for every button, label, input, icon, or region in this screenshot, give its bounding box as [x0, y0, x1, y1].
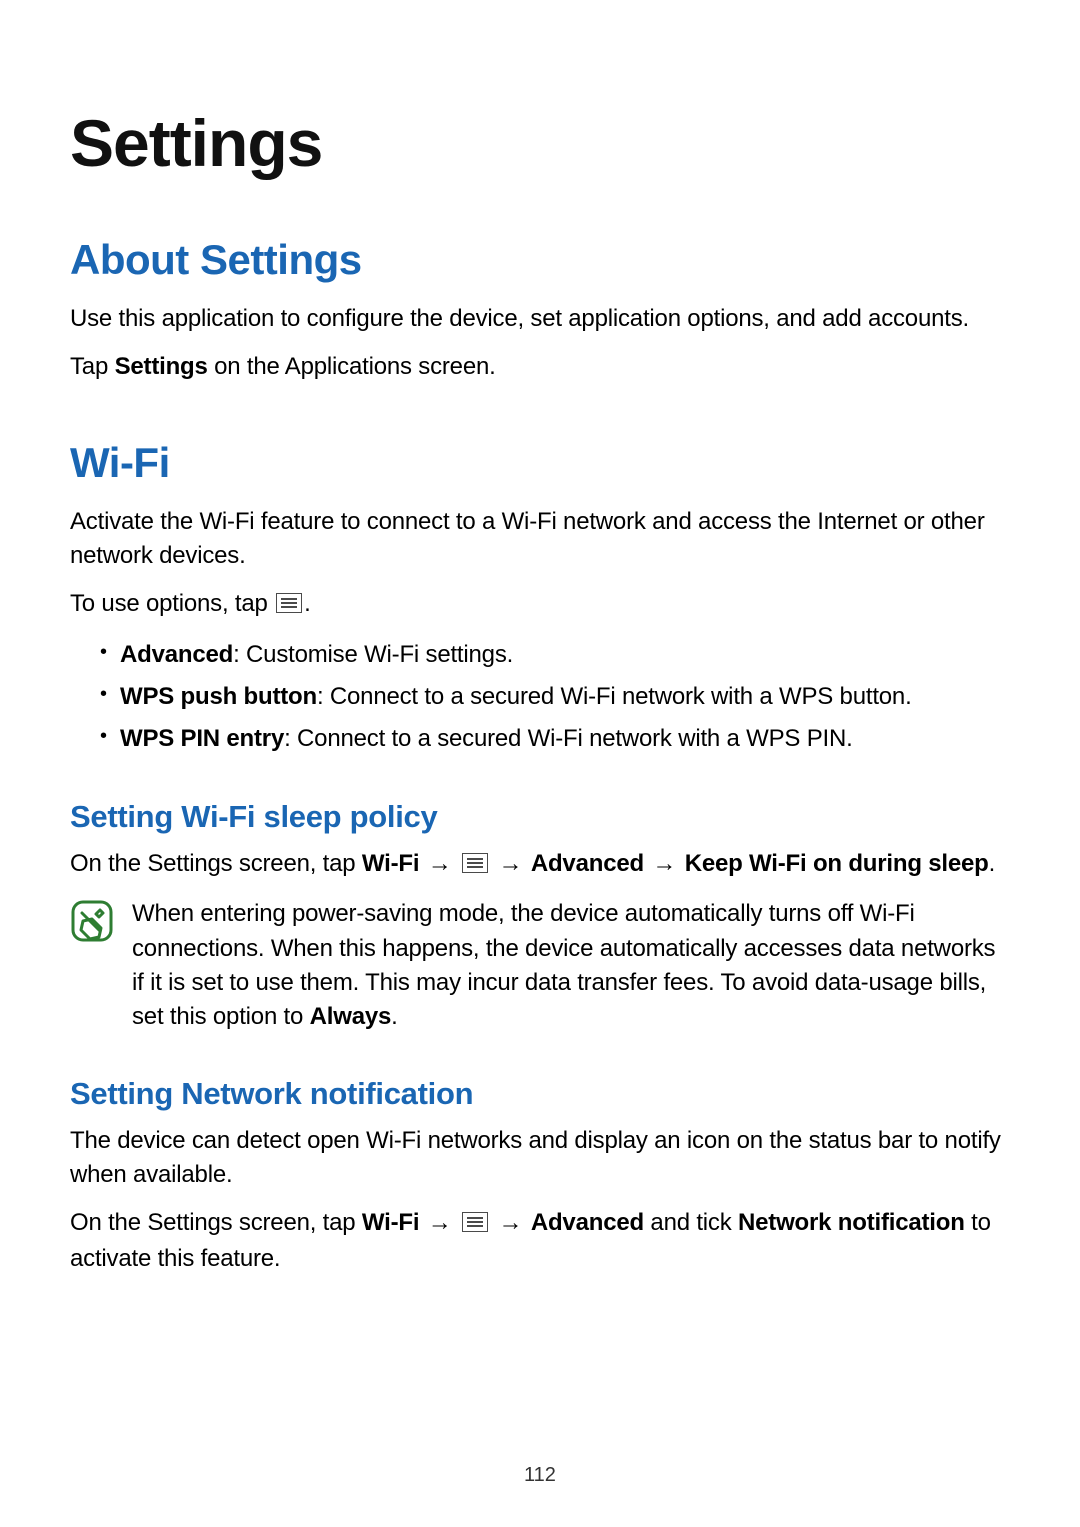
option-desc: : Customise Wi-Fi settings.: [233, 641, 513, 668]
arrow-text: →: [419, 850, 460, 877]
arrow-text: →: [419, 1209, 460, 1236]
menu-icon: [276, 589, 302, 623]
arrow-text: →: [644, 850, 685, 877]
text-fragment: On the Settings screen, tap: [70, 850, 362, 877]
advanced-bold: Advanced: [531, 1209, 644, 1236]
wifi-sleep-heading: Setting Wi-Fi sleep policy: [70, 799, 1010, 835]
wifi-options-intro: To use options, tap .: [70, 587, 1010, 623]
page-title: Settings: [70, 105, 1010, 181]
wifi-bold: Wi-Fi: [362, 850, 419, 877]
note-icon: [70, 899, 114, 948]
option-term: WPS PIN entry: [120, 725, 284, 752]
about-settings-p2: Tap Settings on the Applications screen.: [70, 350, 1010, 384]
option-desc: : Connect to a secured Wi-Fi network wit…: [284, 725, 852, 752]
text-fragment: Tap: [70, 353, 115, 380]
list-item: WPS push button: Connect to a secured Wi…: [100, 679, 1010, 715]
text-fragment: .: [391, 1003, 397, 1030]
text-fragment: on the Applications screen.: [208, 353, 496, 380]
wifi-heading: Wi-Fi: [70, 439, 1010, 487]
network-notification-heading: Setting Network notification: [70, 1076, 1010, 1112]
option-desc: : Connect to a secured Wi-Fi network wit…: [317, 683, 912, 710]
network-notification-bold: Network notification: [738, 1209, 965, 1236]
wifi-options-list: Advanced: Customise Wi-Fi settings. WPS …: [70, 637, 1010, 757]
network-notification-p1: The device can detect open Wi-Fi network…: [70, 1124, 1010, 1192]
list-item: Advanced: Customise Wi-Fi settings.: [100, 637, 1010, 673]
manual-page: Settings About Settings Use this applica…: [0, 0, 1080, 1527]
settings-bold: Settings: [115, 353, 208, 380]
text-fragment: and tick: [644, 1209, 738, 1236]
arrow-text: →: [490, 1209, 531, 1236]
wifi-p1: Activate the Wi-Fi feature to connect to…: [70, 505, 1010, 573]
page-number: 112: [0, 1464, 1080, 1487]
text-fragment: To use options, tap: [70, 590, 274, 617]
arrow-text: →: [490, 850, 531, 877]
note-text: When entering power-saving mode, the dev…: [132, 897, 1010, 1033]
text-fragment: When entering power-saving mode, the dev…: [132, 900, 995, 1029]
always-bold: Always: [310, 1003, 392, 1030]
note-block: When entering power-saving mode, the dev…: [70, 897, 1010, 1033]
menu-icon: [462, 849, 488, 883]
menu-icon: [462, 1208, 488, 1242]
text-fragment: On the Settings screen, tap: [70, 1209, 362, 1236]
network-notification-path: On the Settings screen, tap Wi-Fi → → Ad…: [70, 1206, 1010, 1276]
wifi-sleep-path: On the Settings screen, tap Wi-Fi → → Ad…: [70, 847, 1010, 883]
option-term: Advanced: [120, 641, 233, 668]
option-term: WPS push button: [120, 683, 317, 710]
keep-wifi-bold: Keep Wi-Fi on during sleep: [685, 850, 989, 877]
about-settings-heading: About Settings: [70, 236, 1010, 284]
wifi-bold: Wi-Fi: [362, 1209, 419, 1236]
text-fragment: .: [304, 590, 310, 617]
advanced-bold: Advanced: [531, 850, 644, 877]
list-item: WPS PIN entry: Connect to a secured Wi-F…: [100, 721, 1010, 757]
about-settings-p1: Use this application to configure the de…: [70, 302, 1010, 336]
text-fragment: .: [989, 850, 995, 877]
